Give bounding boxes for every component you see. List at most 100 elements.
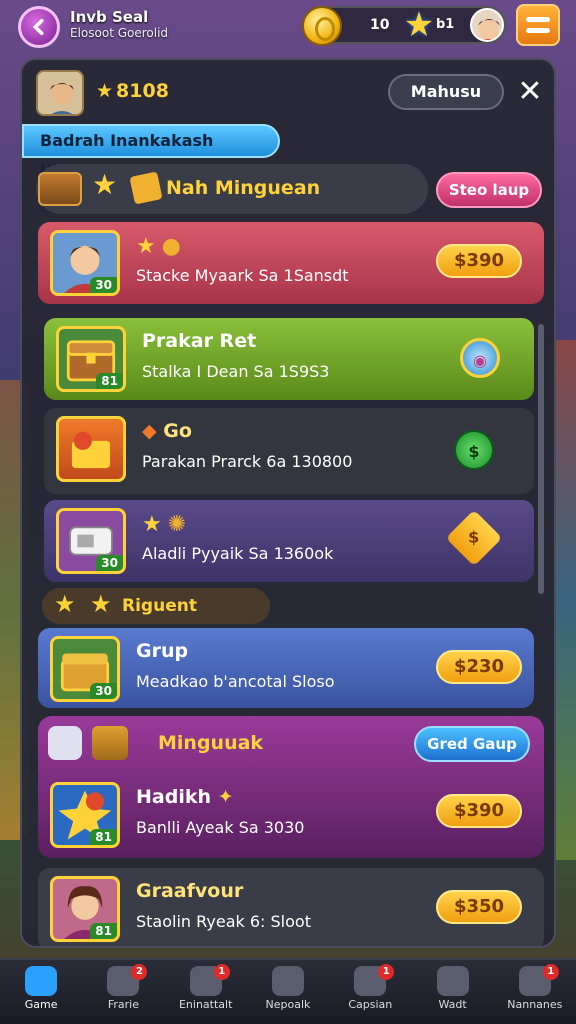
- title-block: Invb Seal Elosoot Goerolid: [70, 8, 168, 40]
- notification-badge: 1: [213, 964, 230, 980]
- star-icon: ★: [403, 5, 435, 45]
- card-thumbnail: 81: [50, 876, 120, 942]
- notification-badge: 2: [131, 964, 148, 980]
- player-avatar[interactable]: [470, 8, 504, 42]
- featured-section: Minguuak Gred Gaup 81 Hadikh ✦ Banlli Ay…: [38, 716, 544, 858]
- card-description: Banlli Ayeak Sa 3030: [136, 818, 305, 837]
- gem-count: b1: [436, 17, 455, 32]
- featured-action-button[interactable]: Gred Gaup: [414, 726, 530, 762]
- price-button[interactable]: $390: [436, 794, 522, 828]
- nav-item-wadt[interactable]: Wadt: [411, 960, 493, 1024]
- card-thumbnail: 30: [50, 230, 120, 296]
- card-icons: ★ ●: [136, 234, 181, 259]
- card-description: Meadkao b'ancotal Sloso: [136, 672, 335, 691]
- star-icon: ★: [92, 168, 118, 201]
- shop-card[interactable]: 30 ★ ● Stacke Myaark Sa 1Sansdt $390: [38, 222, 544, 304]
- shop-card[interactable]: 30 ★ ✺ Aladli Pyyaik Sa 1360ok $: [44, 500, 534, 582]
- star-icon: ★: [90, 590, 112, 618]
- section-header: ★ Nah Minguean: [36, 164, 428, 214]
- card-icons: ★ ✺: [142, 512, 186, 537]
- target-icon: [436, 966, 469, 996]
- back-button[interactable]: [18, 6, 60, 48]
- nav-label: Nepoalk: [265, 998, 311, 1011]
- thumb-badge: 30: [90, 277, 117, 293]
- star-icon: ★: [136, 234, 156, 259]
- star-icon: ★: [54, 590, 76, 618]
- section-title: Nah Minguean: [166, 177, 321, 199]
- menu-button[interactable]: [516, 4, 560, 46]
- price-button[interactable]: $390: [436, 244, 522, 278]
- chevron-left-icon: [32, 18, 44, 36]
- card-thumbnail: 30: [50, 636, 120, 702]
- nav-item-eninattalt[interactable]: 1 Eninattalt: [165, 960, 247, 1024]
- thumb-badge: 81: [90, 829, 117, 845]
- panel-header: ★ 8108 Mahusu ✕: [22, 60, 554, 124]
- star-icon: ★: [142, 512, 162, 537]
- thumb-badge: 30: [96, 555, 123, 571]
- coin-icon: ●: [161, 234, 181, 259]
- nav-label: Capsian: [348, 998, 393, 1011]
- notification-badge: 1: [542, 964, 559, 980]
- player-level: ★ 8108: [96, 80, 169, 102]
- badge-icon: [48, 726, 82, 760]
- card-title: ◆ Go: [142, 420, 192, 442]
- currency-bar[interactable]: 10 ★ b1: [302, 5, 506, 46]
- card-title: Hadikh ✦: [136, 786, 234, 808]
- nav-item-nannanes[interactable]: 1 Nannanes: [494, 960, 576, 1024]
- price-button[interactable]: $350: [436, 890, 522, 924]
- section-banner: Badrah Inankakash Ubhasidt: [22, 124, 280, 180]
- thumb-badge: 81: [90, 923, 117, 939]
- scrollbar[interactable]: [538, 324, 544, 594]
- nav-label: Frarie: [107, 998, 139, 1011]
- nav-label: Wadt: [438, 998, 467, 1011]
- cards-icon: [271, 966, 304, 996]
- bonus-icon[interactable]: ◉: [460, 338, 500, 378]
- nav-item-frarie[interactable]: 2 Frarie: [82, 960, 164, 1024]
- dollar-diamond-icon[interactable]: $: [445, 509, 503, 567]
- thumb-badge: 81: [96, 373, 123, 389]
- card-title: Grup: [136, 640, 189, 662]
- card-thumbnail: 81: [56, 326, 126, 392]
- shop-card[interactable]: 81 Hadikh ✦ Banlli Ayeak Sa 3030 $390: [38, 774, 544, 858]
- screen-title: Invb Seal: [70, 8, 149, 26]
- card-thumbnail: 81: [50, 782, 120, 848]
- nav-label: Game: [24, 998, 58, 1011]
- category-title: Riguent: [122, 596, 197, 616]
- card-title: Prakar Ret: [142, 330, 257, 352]
- shop-card[interactable]: 81 Graafvour Staolin Ryeak 6: Sloot $350: [38, 868, 544, 946]
- shop-card[interactable]: ◆ Go Parakan Prarck 6a 130800 $: [44, 408, 534, 494]
- mode-button[interactable]: Mahusu: [388, 74, 504, 110]
- home-icon: [25, 966, 58, 996]
- notification-badge: 1: [378, 964, 395, 980]
- close-button[interactable]: ✕: [512, 72, 548, 112]
- nav-item-nepoalk[interactable]: Nepoalk: [247, 960, 329, 1024]
- profile-avatar[interactable]: [36, 70, 84, 116]
- nav-item-capsian[interactable]: 1 Capsian: [329, 960, 411, 1024]
- gift-icon: ◆: [142, 420, 164, 442]
- ticket-icon: [129, 171, 163, 205]
- sun-icon: ✺: [167, 512, 187, 537]
- shop-panel: ★8108 Mahusu ✕ Badrah Inankakash Ubhasid…: [20, 58, 556, 948]
- thumb-badge: 30: [90, 683, 117, 699]
- chest-icon: [38, 172, 82, 206]
- star-icon: ★: [96, 80, 114, 102]
- shop-card[interactable]: 81 Prakar Ret Stalka I Dean Sa 1S9S3 ◉: [44, 318, 534, 400]
- category-strip: ★ ★ Riguent: [42, 588, 270, 624]
- card-thumbnail: 30: [56, 508, 126, 574]
- chest-icon: [92, 726, 128, 760]
- shop-card[interactable]: 30 Grup Meadkao b'ancotal Sloso $230: [38, 628, 534, 708]
- nav-item-game[interactable]: Game: [0, 960, 82, 1024]
- coin-icon: [302, 6, 342, 46]
- card-description: Staolin Ryeak 6: Sloot: [136, 912, 311, 931]
- price-button[interactable]: $230: [436, 650, 522, 684]
- featured-title: Minguuak: [158, 732, 264, 754]
- section-action-button[interactable]: Steo laup: [436, 172, 542, 208]
- screen-subtitle: Elosoot Goerolid: [70, 26, 169, 40]
- card-description: Aladli Pyyaik Sa 1360ok: [142, 544, 334, 563]
- card-description: Parakan Prarck 6a 130800: [142, 452, 353, 471]
- dollar-icon[interactable]: $: [454, 430, 494, 470]
- nav-label: Eninattalt: [178, 998, 233, 1011]
- card-thumbnail: [56, 416, 126, 482]
- card-title: Graafvour: [136, 880, 244, 902]
- bottom-navigation: Game 2 Frarie 1 Eninattalt Nepoalk 1 Cap…: [0, 958, 576, 1024]
